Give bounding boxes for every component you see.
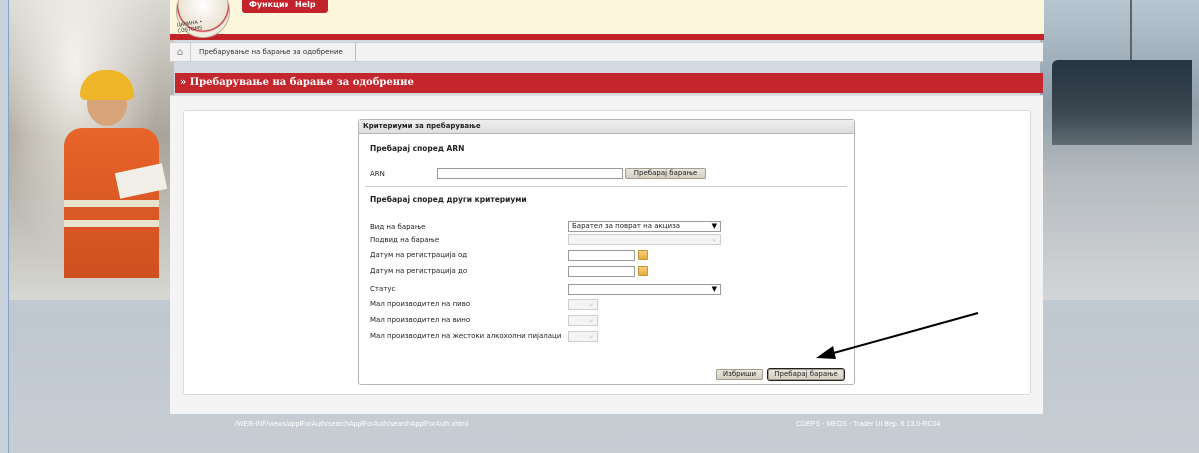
status-label: Статус — [370, 285, 396, 293]
chevron-down-icon: ⌄ — [711, 235, 717, 243]
request-type-value: Барател за поврат на акциза — [572, 222, 681, 230]
page-title: » Пребарување на барање за одобрение — [175, 73, 1043, 93]
chevron-down-icon: ⌄ — [588, 332, 594, 340]
breadcrumb: ⌂ Пребарување на барање за одобрение — [170, 42, 1043, 62]
footer-view-path: /WEB-INF/views/applForAuth/searchApplFor… — [235, 421, 469, 428]
reg-date-to-label: Датум на регистрација до — [370, 267, 468, 275]
request-subtype-label: Подвид на барање — [370, 236, 440, 244]
reg-date-to-input[interactable] — [568, 266, 635, 277]
small-beer-producer-label: Мал производител на пиво — [370, 300, 471, 308]
footer-version: CDEPS - MEOS - Trader UI Вер. 6.13.0-RC0… — [796, 421, 941, 428]
section-title-other: Пребарај според други критериуми — [370, 195, 527, 204]
small-wine-producer-label: Мал производител на вино — [370, 316, 471, 324]
section-title-arn: Пребарај според ARN — [370, 144, 465, 153]
request-type-label: Вид на барање — [370, 223, 426, 231]
breadcrumb-item[interactable]: Пребарување на барање за одобрение — [191, 43, 356, 61]
request-subtype-select[interactable]: ⌄ — [568, 234, 721, 245]
request-type-select[interactable]: Барател за поврат на акциза ▼ — [568, 221, 721, 232]
reg-date-from-label: Датум на регистрација од — [370, 251, 468, 259]
reg-date-from-input[interactable] — [568, 250, 635, 261]
small-spirits-producer-label: Мал производител на жестоки алкохолни пи… — [370, 332, 562, 340]
functions-button[interactable]: Функции — [242, 0, 294, 13]
chevron-down-icon: ⌄ — [588, 316, 594, 324]
small-beer-producer-select[interactable]: ⌄ — [568, 299, 598, 310]
arn-label: ARN — [370, 170, 385, 178]
form-header: Критериуми за пребарување — [359, 120, 854, 134]
background-photo-ship — [1040, 0, 1199, 300]
chevron-down-icon: ⌄ — [588, 300, 594, 308]
footer: /WEB-INF/views/applForAuth/searchApplFor… — [170, 413, 1043, 441]
arn-search-button[interactable]: Пребарај барање — [625, 168, 706, 179]
section-divider — [365, 186, 847, 187]
small-spirits-producer-select[interactable]: ⌄ — [568, 331, 598, 342]
app-header: ЦАРИНА • CUSTOMS Функции Help — [170, 0, 1044, 40]
calendar-icon[interactable] — [638, 250, 648, 260]
small-wine-producer-select[interactable]: ⌄ — [568, 315, 598, 326]
arn-input[interactable] — [437, 168, 623, 179]
background-photo-worker — [9, 0, 174, 300]
calendar-icon[interactable] — [638, 266, 648, 276]
chevron-down-icon: ▼ — [711, 285, 717, 293]
clear-button[interactable]: Избриши — [716, 369, 763, 380]
home-icon[interactable]: ⌂ — [170, 43, 191, 61]
help-button[interactable]: Help — [288, 0, 328, 13]
search-criteria-form: Критериуми за пребарување Пребарај споре… — [358, 119, 855, 385]
search-request-button[interactable]: Пребарај барање — [767, 368, 845, 381]
chevron-down-icon: ▼ — [711, 222, 717, 230]
status-select[interactable]: ▼ — [568, 284, 721, 295]
customs-logo: ЦАРИНА • CUSTOMS — [176, 0, 230, 38]
